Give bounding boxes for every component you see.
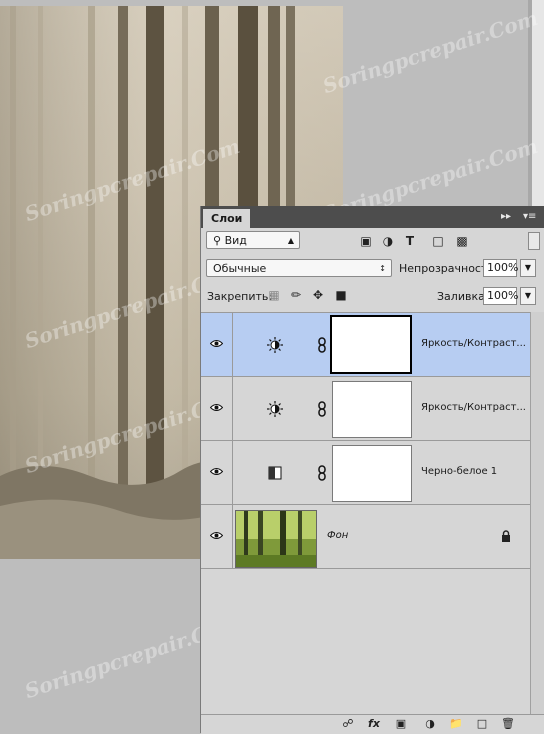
delete-layer-icon[interactable]: 🗑 [501,717,515,731]
layer-name[interactable]: Яркость/Контраст... [421,402,526,413]
layer-row[interactable]: Черно-белое 1 [201,441,530,505]
lock-position-move-icon[interactable]: ✥ [311,288,325,302]
forest-thumbnail-image [236,511,316,567]
filter-kind-dropdown[interactable]: ⚲ Вид ▲ [206,231,300,249]
filter-toggle-switch[interactable] [528,232,540,250]
visibility-cell[interactable] [201,441,233,504]
double-arrow-right-icon[interactable]: ▸▸ [501,210,511,224]
brightness-contrast-icon [267,401,283,417]
add-mask-icon[interactable]: ▣ [394,717,408,731]
updown-arrow-icon: ▲ [287,236,294,245]
panel-footer: ☍ fx ▣ ◑ 📁 □ 🗑 [201,714,544,734]
type-filter-icon[interactable]: T [403,234,417,248]
chain-link-icon[interactable] [317,337,327,353]
blend-mode-label: Обычные [213,262,267,275]
layer-row[interactable]: Яркость/Контраст... [201,377,530,441]
lock-image-brush-icon[interactable]: ✏ [289,288,303,302]
layer-name[interactable]: Яркость/Контраст... [421,338,526,349]
layer-row[interactable]: Яркость/Контраст... [201,313,530,377]
layer-mask-thumbnail[interactable] [332,381,412,438]
eye-icon[interactable] [210,531,223,540]
filter-kind-label: Вид [224,234,247,247]
watermark-text: Soringpcrepair.Com [319,5,541,99]
layers-panel: Слои ▸▸ ▾≡ ⚲ Вид ▲ ▣ ◑ T □ ▩ Обычные ↕ Н… [200,206,544,734]
visibility-cell[interactable] [201,313,233,376]
layers-scrollbar[interactable] [530,312,544,714]
fill-label: Заливка: [437,290,489,303]
shape-filter-icon[interactable]: □ [431,234,445,248]
new-group-icon[interactable]: 📁 [449,717,463,731]
fill-dropdown-button[interactable]: ▼ [520,287,536,305]
visibility-cell[interactable] [201,377,233,440]
new-layer-icon[interactable]: □ [475,717,489,731]
fill-field[interactable]: 100% [483,287,518,305]
lock-label: Закрепить: [207,290,273,303]
opacity-dropdown-button[interactable]: ▼ [520,259,536,277]
search-icon: ⚲ [213,234,222,247]
layer-mask-thumbnail[interactable] [332,445,412,502]
blend-mode-dropdown[interactable]: Обычные ↕ [206,259,392,277]
layer-row[interactable]: Фон [201,505,530,569]
eye-icon[interactable] [210,403,223,412]
lock-icon [502,530,510,542]
image-filter-icon[interactable]: ▣ [359,234,373,248]
eye-icon[interactable] [210,339,223,348]
opacity-field[interactable]: 100% [483,259,518,277]
visibility-cell[interactable] [201,505,233,568]
layer-mask-thumbnail[interactable] [330,315,412,374]
brightness-contrast-icon [267,337,283,353]
fx-icon[interactable]: fx [367,717,381,731]
lock-all-icon[interactable]: ■ [334,288,348,302]
layer-name[interactable]: Черно-белое 1 [421,466,497,477]
layer-thumbnail[interactable] [235,510,317,568]
layers-list: Яркость/Контраст... Яркость/Контраст... … [201,312,530,573]
eye-icon[interactable] [210,467,223,476]
panel-menu-icon[interactable]: ▾≡ [523,210,536,224]
panel-tab-bar: Слои ▸▸ ▾≡ [201,206,544,228]
chain-link-icon[interactable] [317,465,327,481]
link-layers-icon[interactable]: ☍ [341,717,355,731]
tab-layers[interactable]: Слои [203,209,251,228]
new-adjustment-icon[interactable]: ◑ [423,717,437,731]
black-white-icon [268,466,282,480]
adjustment-filter-icon[interactable]: ◑ [381,234,395,248]
smart-object-filter-icon[interactable]: ▩ [455,234,469,248]
layer-name[interactable]: Фон [327,530,348,541]
updown-arrow-icon: ↕ [379,264,386,273]
chain-link-icon[interactable] [317,401,327,417]
lock-transparent-icon[interactable]: ▦ [267,288,281,302]
